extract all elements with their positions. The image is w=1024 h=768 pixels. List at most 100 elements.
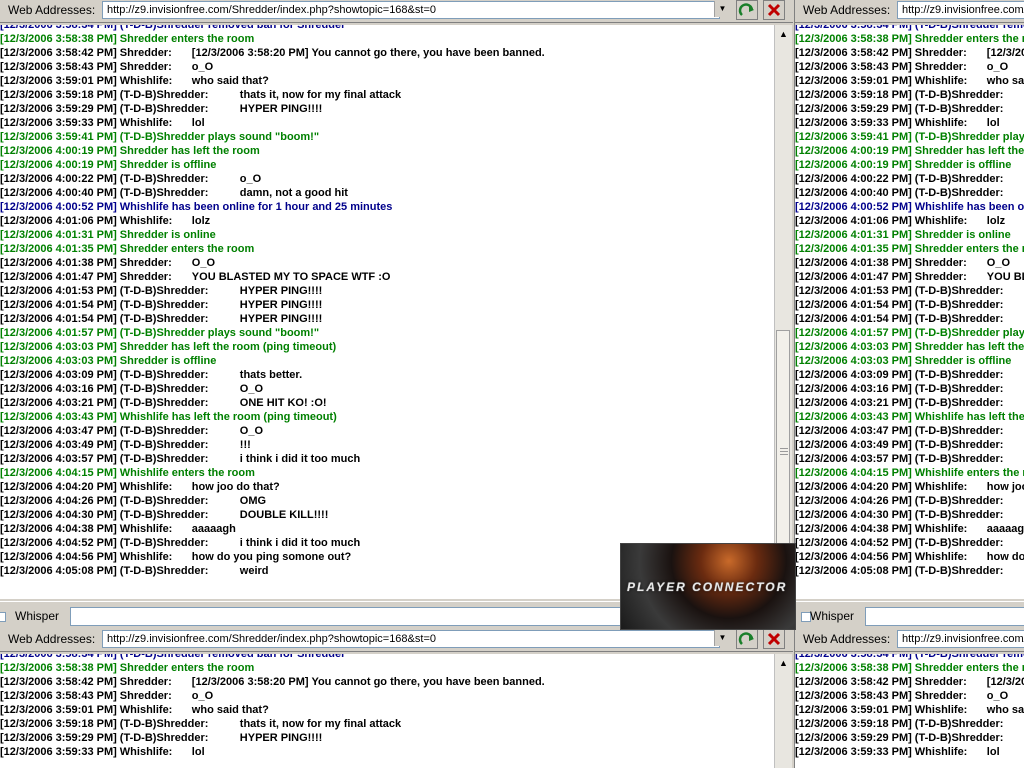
chat-event-text: Shredder is online — [119, 229, 216, 241]
chat-line: [12/3/2006 4:03:49 PM](T-D-B)Shredder:!!… — [795, 438, 1024, 452]
scroll-up-arrow-icon[interactable]: ▲ — [776, 27, 791, 42]
chat-timestamp: [12/3/2006 3:59:01 PM] — [795, 75, 912, 87]
chat-event-text: Shredder enters the room — [914, 662, 1024, 674]
chat-timestamp: [12/3/2006 4:04:30 PM] — [795, 509, 912, 521]
chat-timestamp: [12/3/2006 4:00:52 PM] — [0, 201, 117, 213]
whisper-checkbox[interactable] — [0, 612, 6, 622]
message-input[interactable] — [865, 607, 1024, 626]
chat-log[interactable]: [12/3/2006 3:58:34 PM] (T-D-B)Shredder r… — [0, 654, 774, 768]
chat-line: [12/3/2006 3:58:42 PM]Shredder: [12/3/200… — [0, 675, 774, 689]
vertical-scrollbar[interactable]: ▲ — [774, 654, 792, 768]
chat-log[interactable]: [12/3/2006 3:58:34 PM] (T-D-B)Shredder r… — [795, 654, 1024, 768]
chevron-down-icon[interactable]: ▼ — [714, 1, 730, 17]
chat-line: [12/3/2006 4:03:09 PM](T-D-B)Shredder:th… — [795, 368, 1024, 382]
stop-button[interactable] — [763, 0, 785, 20]
chat-message: HYPER PING!!!! — [239, 732, 323, 744]
chat-line: [12/3/2006 4:01:31 PM] Shredder is online — [0, 228, 774, 242]
scroll-up-arrow-icon[interactable]: ▲ — [776, 656, 791, 671]
chat-line: [12/3/2006 4:04:20 PM]Whishlife: how joo … — [795, 480, 1024, 494]
chat-event-text: Shredder is online — [914, 229, 1011, 241]
go-button[interactable] — [736, 629, 758, 649]
chat-event-text: Shredder enters the room — [914, 33, 1024, 45]
address-input[interactable]: http://z9.invisionfree.com/Shredder/inde… — [897, 1, 1024, 19]
chat-line: [12/3/2006 4:00:19 PM] Shredder is offlin… — [0, 158, 774, 172]
vertical-scrollbar[interactable]: ▲ — [774, 25, 792, 599]
chat-author: Shredder: — [914, 257, 967, 269]
chat-author: (T-D-B)Shredder: — [119, 565, 209, 577]
chat-author: Shredder: — [119, 690, 172, 702]
chat-message: [12/3/2006 3:58:20 PM] You cannot go the… — [191, 676, 545, 688]
chat-author: (T-D-B)Shredder: — [914, 187, 1004, 199]
chat-timestamp: [12/3/2006 3:59:29 PM] — [0, 732, 117, 744]
chat-timestamp: [12/3/2006 4:03:57 PM] — [795, 453, 912, 465]
address-input[interactable]: http://z9.invisionfree.com/Shredder/inde… — [102, 630, 720, 648]
chat-line: [12/3/2006 4:00:22 PM](T-D-B)Shredder: o_… — [0, 172, 774, 186]
stop-button[interactable] — [763, 629, 785, 649]
address-label: Web Addresses: — [803, 632, 891, 646]
chat-message: lol — [191, 117, 205, 129]
address-label: Web Addresses: — [803, 3, 891, 17]
chat-line: [12/3/2006 4:03:49 PM](T-D-B)Shredder:!!… — [0, 438, 774, 452]
chat-line: [12/3/2006 3:58:38 PM] Shredder enters th… — [795, 32, 1024, 46]
chat-timestamp: [12/3/2006 4:04:52 PM] — [795, 537, 912, 549]
chat-author: (T-D-B)Shredder: — [119, 495, 209, 507]
chat-line: [12/3/2006 4:03:21 PM](T-D-B)Shredder:ON… — [795, 396, 1024, 410]
chat-timestamp: [12/3/2006 3:58:43 PM] — [795, 690, 912, 702]
chat-message: ONE HIT KO! :O! — [239, 397, 327, 409]
chat-event-text: Whishlife has been online for 1 hour and… — [914, 201, 1024, 213]
chat-author: (T-D-B)Shredder: — [914, 313, 1004, 325]
chat-timestamp: [12/3/2006 4:04:38 PM] — [795, 523, 912, 535]
chat-author: Whishlife: — [119, 481, 173, 493]
player-connector-banner[interactable]: PLAYER CONNECTOR — [620, 543, 796, 630]
chat-log[interactable]: [12/3/2006 3:58:34 PM] (T-D-B)Shredder r… — [0, 25, 774, 599]
chat-author: Shredder: — [119, 676, 172, 688]
chat-author: Shredder: — [914, 690, 967, 702]
chat-timestamp: [12/3/2006 4:01:53 PM] — [0, 285, 117, 297]
chat-message: HYPER PING!!!! — [239, 313, 323, 325]
address-input[interactable]: http://z9.invisionfree.com/Shredder/inde… — [102, 1, 720, 19]
chat-author: (T-D-B)Shredder: — [914, 718, 1004, 730]
chat-message: HYPER PING!!!! — [239, 103, 323, 115]
chat-line: [12/3/2006 3:58:34 PM] (T-D-B)Shredder r… — [795, 25, 1024, 31]
chat-line: [12/3/2006 4:01:38 PM] Shredder: O_O — [795, 256, 1024, 270]
chat-message: thats it, now for my final attack — [239, 718, 402, 730]
chat-line: [12/3/2006 3:59:18 PM](T-D-B)Shredder:th… — [795, 88, 1024, 102]
chat-timestamp: [12/3/2006 3:59:01 PM] — [0, 704, 117, 716]
chat-line: [12/3/2006 4:03:43 PM] Whishlife has left… — [795, 410, 1024, 424]
chat-author: Whishlife: — [119, 117, 173, 129]
chat-event-text: Whishlife has left the room (ping timeou… — [119, 411, 337, 423]
chat-line: [12/3/2006 4:01:47 PM]Shredder: YOU BLAST… — [0, 270, 774, 284]
chat-timestamp: [12/3/2006 4:01:54 PM] — [795, 313, 912, 325]
chat-timestamp: [12/3/2006 3:59:41 PM] — [0, 131, 117, 143]
chat-author: Whishlife: — [914, 551, 968, 563]
chat-author: (T-D-B)Shredder: — [119, 509, 209, 521]
chevron-down-icon[interactable]: ▼ — [714, 630, 730, 646]
address-label: Web Addresses: — [8, 3, 96, 17]
chat-line: [12/3/2006 4:03:09 PM](T-D-B)Shredder:th… — [0, 368, 774, 382]
chat-log[interactable]: [12/3/2006 3:58:34 PM] (T-D-B)Shredder r… — [795, 25, 1024, 599]
chat-line: [12/3/2006 4:01:35 PM] Shredder enters th… — [795, 242, 1024, 256]
chat-author: Whishlife: — [119, 75, 173, 87]
chat-timestamp: [12/3/2006 3:59:01 PM] — [795, 704, 912, 716]
chat-timestamp: [12/3/2006 4:03:03 PM] — [0, 355, 117, 367]
chat-lines: [12/3/2006 3:58:34 PM] (T-D-B)Shredder r… — [0, 654, 774, 759]
chat-author: Shredder: — [119, 61, 172, 73]
address-input[interactable]: http://z9.invisionfree.com/Shredder/inde… — [897, 630, 1024, 648]
chat-line: [12/3/2006 4:00:19 PM] Shredder is offlin… — [795, 158, 1024, 172]
scroll-thumb[interactable] — [776, 330, 790, 575]
go-button[interactable] — [736, 0, 758, 20]
chat-timestamp: [12/3/2006 4:03:43 PM] — [795, 411, 912, 423]
chat-author: (T-D-B)Shredder: — [119, 537, 209, 549]
chat-line: [12/3/2006 4:01:57 PM] (T-D-B)Shredder pl… — [0, 326, 774, 340]
chat-message: YOU BLASTED MY TO SPACE WTF :O — [986, 271, 1024, 283]
chat-timestamp: [12/3/2006 3:58:38 PM] — [795, 662, 912, 674]
chat-line: [12/3/2006 3:59:41 PM] (T-D-B)Shredder pl… — [0, 130, 774, 144]
chat-timestamp: [12/3/2006 4:03:21 PM] — [0, 397, 117, 409]
chat-line: [12/3/2006 3:58:38 PM] Shredder enters th… — [795, 661, 1024, 675]
chat-timestamp: [12/3/2006 3:58:42 PM] — [0, 47, 117, 59]
chat-event-text: Shredder is offline — [119, 355, 217, 367]
address-bar: Web Addresses: http://z9.invisionfree.co… — [0, 0, 793, 23]
whisper-label: Whisper — [15, 609, 60, 623]
chat-author: Shredder: — [914, 676, 967, 688]
chat-timestamp: [12/3/2006 4:03:03 PM] — [795, 355, 912, 367]
